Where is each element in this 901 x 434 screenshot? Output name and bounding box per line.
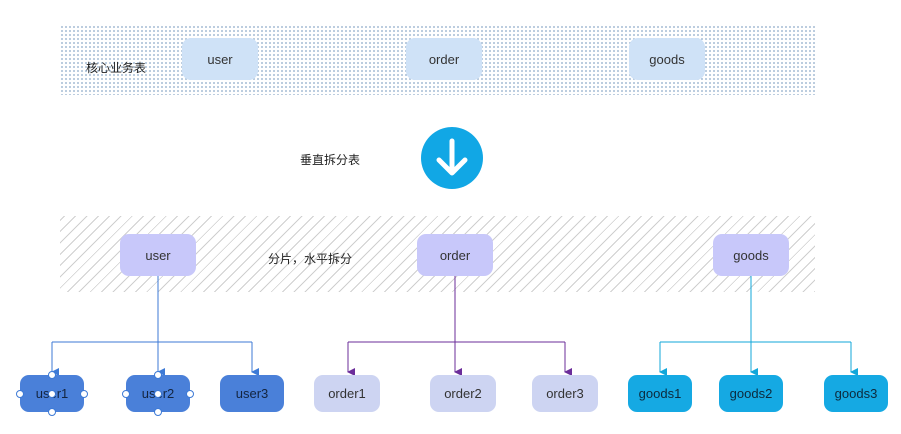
resize-handle[interactable] <box>122 390 130 398</box>
goods-connectors <box>659 276 858 376</box>
resize-handle[interactable] <box>48 390 56 398</box>
shard-order-2[interactable]: order2 <box>430 375 496 412</box>
shard-goods-1[interactable]: goods1 <box>628 375 692 412</box>
shard-order-1[interactable]: order1 <box>314 375 380 412</box>
resize-handle[interactable] <box>154 371 162 379</box>
resize-handle[interactable] <box>16 390 24 398</box>
resize-handle[interactable] <box>48 371 56 379</box>
shard-goods-3[interactable]: goods3 <box>824 375 888 412</box>
shard-user-3[interactable]: user3 <box>220 375 284 412</box>
resize-handle[interactable] <box>48 408 56 416</box>
resize-handle[interactable] <box>186 390 194 398</box>
resize-handle[interactable] <box>154 390 162 398</box>
connector-lines <box>51 276 858 376</box>
resize-handle[interactable] <box>154 408 162 416</box>
user-connectors <box>51 276 259 376</box>
shard-order-3[interactable]: order3 <box>532 375 598 412</box>
resize-handle[interactable] <box>80 390 88 398</box>
shard-goods-2[interactable]: goods2 <box>719 375 783 412</box>
order-connectors <box>347 276 572 376</box>
